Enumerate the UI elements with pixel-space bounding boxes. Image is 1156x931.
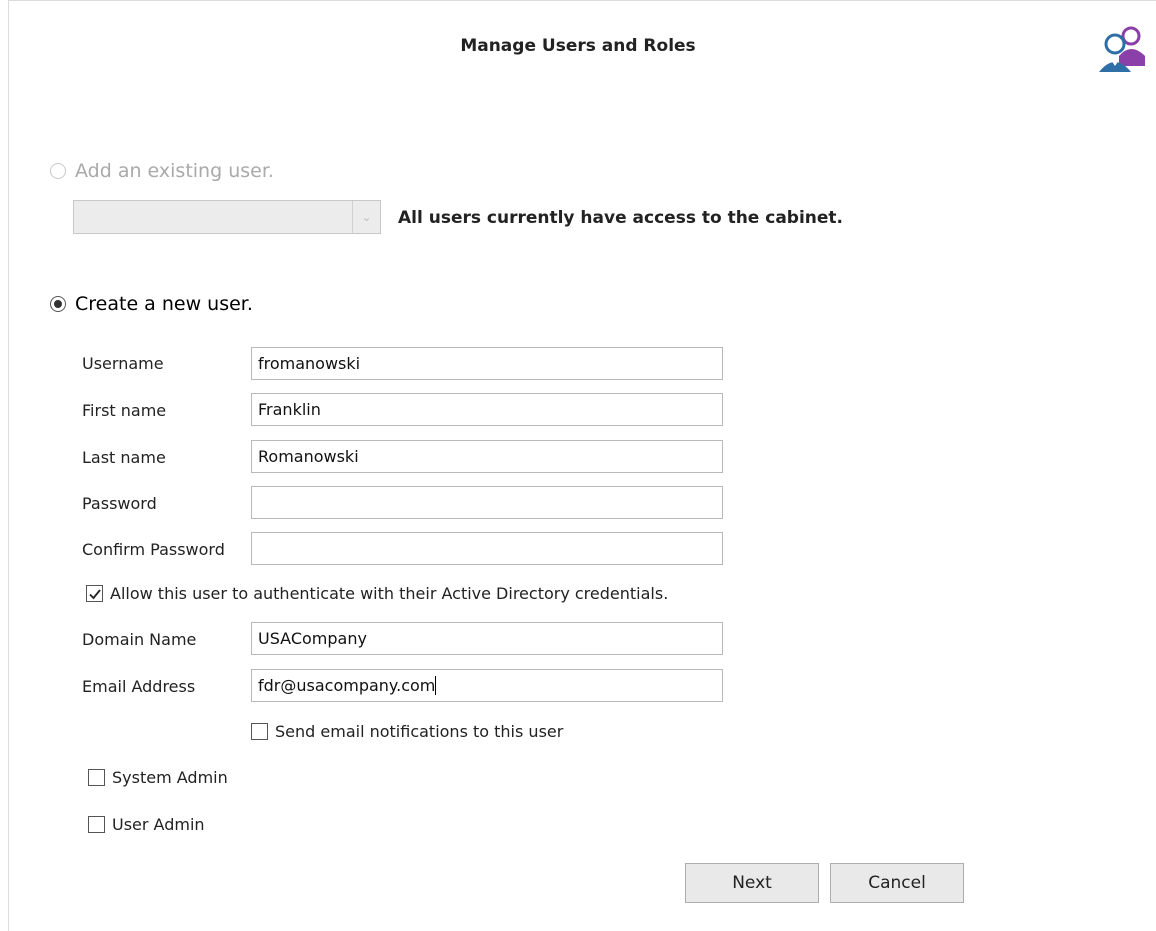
password-field[interactable] bbox=[251, 486, 723, 519]
ad-auth-label: Allow this user to authenticate with the… bbox=[110, 584, 669, 603]
create-new-user-radio[interactable] bbox=[50, 296, 66, 312]
add-existing-user-radio[interactable] bbox=[50, 163, 66, 179]
system-admin-option[interactable]: System Admin bbox=[88, 768, 228, 787]
system-admin-checkbox[interactable] bbox=[88, 769, 105, 786]
window-top-border bbox=[8, 0, 1156, 1]
existing-user-note: All users currently have access to the c… bbox=[398, 208, 844, 228]
chevron-down-icon[interactable]: ⌄ bbox=[352, 201, 380, 233]
domain-name-label: Domain Name bbox=[82, 630, 197, 649]
email-notifications-checkbox[interactable] bbox=[251, 723, 268, 740]
checkmark-icon bbox=[88, 588, 101, 599]
window-left-border bbox=[8, 0, 9, 931]
first-name-label: First name bbox=[82, 401, 167, 420]
add-existing-user-label: Add an existing user. bbox=[75, 160, 274, 182]
user-admin-label: User Admin bbox=[112, 815, 205, 834]
ad-auth-checkbox[interactable] bbox=[86, 585, 103, 602]
dialog-title: Manage Users and Roles bbox=[460, 36, 696, 56]
first-name-field[interactable] bbox=[251, 393, 723, 426]
user-admin-checkbox[interactable] bbox=[88, 816, 105, 833]
user-admin-option[interactable]: User Admin bbox=[88, 815, 205, 834]
cancel-button[interactable]: Cancel bbox=[830, 863, 964, 903]
next-button[interactable]: Next bbox=[685, 863, 819, 903]
email-address-value: fdr@usacompany.com bbox=[258, 676, 437, 695]
last-name-label: Last name bbox=[82, 448, 166, 467]
username-label: Username bbox=[82, 354, 164, 373]
confirm-password-field[interactable] bbox=[251, 532, 723, 565]
create-new-user-label: Create a new user. bbox=[75, 293, 253, 315]
password-label: Password bbox=[82, 494, 157, 513]
email-notifications-option[interactable]: Send email notifications to this user bbox=[251, 722, 563, 741]
domain-name-field[interactable] bbox=[251, 622, 723, 655]
email-address-field[interactable]: fdr@usacompany.com bbox=[251, 669, 723, 702]
users-roles-icon bbox=[1099, 26, 1145, 72]
ad-auth-option[interactable]: Allow this user to authenticate with the… bbox=[86, 584, 668, 603]
username-field[interactable] bbox=[251, 347, 723, 380]
email-address-label: Email Address bbox=[82, 677, 196, 696]
email-notifications-label: Send email notifications to this user bbox=[275, 722, 564, 741]
existing-user-dropdown[interactable]: ⌄ bbox=[73, 200, 381, 234]
last-name-field[interactable] bbox=[251, 440, 723, 473]
add-existing-user-option[interactable]: Add an existing user. bbox=[50, 160, 274, 182]
system-admin-label: System Admin bbox=[112, 768, 228, 787]
create-new-user-option[interactable]: Create a new user. bbox=[50, 293, 253, 315]
confirm-password-label: Confirm Password bbox=[82, 540, 225, 559]
